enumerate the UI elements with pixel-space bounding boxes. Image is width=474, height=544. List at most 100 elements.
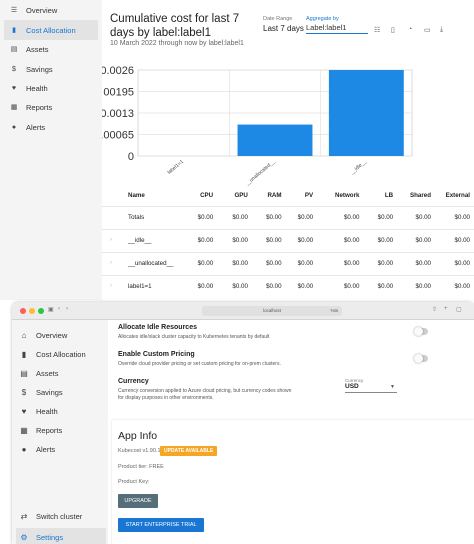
row-name: __unallocated__ <box>128 260 174 267</box>
cost-table: Name CPU GPU RAM PV Network LB Shared Ex… <box>102 186 474 298</box>
sidebar-toggle-icon[interactable]: ▣ <box>48 306 54 313</box>
sidebar-item-overview[interactable]: ⌂ Overview <box>16 326 106 344</box>
table-row[interactable]: › label1=1 $0.00 $0.00 $0.00 $0.00 $0.00 … <box>102 274 474 298</box>
cell: $0.00 <box>285 251 318 275</box>
minimize-window-button[interactable] <box>29 308 35 314</box>
address-text: localhost <box>263 308 281 313</box>
aggregate-select[interactable]: Label:label1 <box>306 22 368 34</box>
custom-pricing-desc: Override cloud provider pricing or set c… <box>118 361 281 367</box>
maximize-window-button[interactable] <box>38 308 44 314</box>
list-view-icon[interactable]: ☷ <box>374 26 380 34</box>
report-subtitle: 10 March 2022 through now by label:label… <box>110 40 244 47</box>
table-header-row: Name CPU GPU RAM PV Network LB Shared Ex… <box>102 186 474 206</box>
cell: $0.00 <box>181 228 218 252</box>
x-tick-label: __idle__ <box>349 159 368 177</box>
browser-titlebar: ▣ ‹ › localhost %ts ⇧ + ▢ <box>12 302 474 320</box>
tabs-overview-icon[interactable]: ▢ <box>456 306 462 313</box>
top-nav-health[interactable]: ♥ Health <box>4 78 98 98</box>
sidebar-item-health[interactable]: ♥ Health <box>16 402 106 420</box>
column-header[interactable]: Shared <box>397 186 435 206</box>
row-name: __idle__ <box>128 237 152 244</box>
app-info-title: App Info <box>118 430 158 442</box>
cell: $0.00 <box>181 251 218 275</box>
sidebar-item-settings[interactable]: ⚙ Settings <box>16 528 106 544</box>
screenshot-root: ☰ Overview ▮ Cost Allocation ▤ Assets $ … <box>0 0 474 544</box>
cell: $0.00 <box>435 251 474 275</box>
close-window-button[interactable] <box>20 308 26 314</box>
custom-pricing-toggle[interactable] <box>414 354 428 363</box>
sidebar-item-cost-allocation[interactable]: ▮ Cost Allocation <box>16 345 106 363</box>
cell: $0.00 <box>217 205 252 229</box>
top-nav-label: Alerts <box>26 122 46 132</box>
dollar-icon: $ <box>12 65 16 73</box>
top-nav-savings[interactable]: $ Savings <box>4 59 98 79</box>
column-header[interactable]: Name <box>102 186 181 206</box>
settings-card: Allocate Idle Resources Allocates idle/s… <box>112 320 474 415</box>
sidebar-item-reports[interactable]: ▦ Reports <box>16 421 106 439</box>
folder-icon[interactable]: ▭ <box>424 26 431 34</box>
share-icon[interactable]: ⇧ <box>432 306 437 313</box>
column-header[interactable]: RAM <box>252 186 286 206</box>
start-enterprise-trial-button[interactable]: START ENTERPRISE TRIAL <box>118 518 204 532</box>
date-range-label: Date Range <box>263 16 293 22</box>
sidebar-item-label: Switch cluster <box>36 511 83 521</box>
column-header[interactable]: Network <box>317 186 363 206</box>
cell: $0.00 <box>317 205 364 229</box>
bell-icon[interactable]: ◔ <box>408 26 412 33</box>
custom-pricing-title: Enable Custom Pricing <box>118 351 195 358</box>
forward-icon[interactable]: › <box>66 306 68 312</box>
table-row[interactable]: › __idle__ $0.00 $0.00 $0.00 $0.00 $0.00 … <box>102 228 474 252</box>
sidebar-item-assets[interactable]: ▤ Assets <box>16 364 106 382</box>
top-nav-overview[interactable]: ☰ Overview <box>4 0 98 20</box>
switch-icon: ⇄ <box>20 511 28 521</box>
settings-sidebar: ⌂ Overview ▮ Cost Allocation ▤ Assets $ … <box>12 320 108 544</box>
top-nav-label: Reports <box>26 102 53 112</box>
row-name-cell: › __idle__ <box>102 228 182 252</box>
top-nav-label: Assets <box>26 44 49 54</box>
update-available-badge[interactable]: UPDATE AVAILABLE <box>160 446 218 456</box>
sidebar-item-savings[interactable]: $ Savings <box>16 383 106 401</box>
toggle-knob <box>414 354 423 363</box>
sidebar-item-label: Alerts <box>36 444 56 454</box>
bar <box>328 70 404 156</box>
back-icon[interactable]: ‹ <box>58 306 60 312</box>
currency-select[interactable]: USD ▼ <box>345 383 397 393</box>
column-header[interactable]: CPU <box>181 186 217 206</box>
menu-icon: ☰ <box>10 7 18 14</box>
column-header[interactable]: PV <box>286 186 318 206</box>
cell: $0.00 <box>317 274 364 298</box>
chevron-right-icon: › <box>110 283 112 290</box>
column-header[interactable]: External <box>435 186 474 206</box>
column-header[interactable]: GPU <box>217 186 252 206</box>
currency-desc: Currency conversion applied to Azure clo… <box>118 388 292 401</box>
cost-allocation-app: ☰ Overview ▮ Cost Allocation ▤ Assets $ … <box>0 0 474 300</box>
y-tick-label: 0.0013 <box>102 108 134 120</box>
sidebar-item-switch-cluster[interactable]: ⇄ Switch cluster <box>16 507 106 525</box>
idle-resources-toggle[interactable] <box>414 327 428 336</box>
toggle-knob <box>414 327 423 336</box>
top-sidebar: ☰ Overview ▮ Cost Allocation ▤ Assets $ … <box>0 0 100 300</box>
cell: $0.00 <box>435 228 474 252</box>
top-nav-alerts[interactable]: ● Alerts <box>4 117 98 137</box>
top-nav-reports[interactable]: ▦ Reports <box>4 97 98 117</box>
cell: $0.00 <box>181 205 218 229</box>
address-bar[interactable]: localhost %ts <box>202 306 342 316</box>
cell: $0.00 <box>217 228 252 252</box>
sidebar-item-label: Savings <box>36 387 63 397</box>
top-nav-cost-allocation[interactable]: ▮ Cost Allocation <box>4 20 98 40</box>
sidebar-item-alerts[interactable]: ● Alerts <box>16 440 106 458</box>
table-row[interactable]: › __unallocated__ $0.00 $0.00 $0.00 $0.00… <box>102 251 474 275</box>
top-nav-assets[interactable]: ▤ Assets <box>4 39 98 59</box>
download-icon[interactable]: ⤓ <box>440 26 443 34</box>
table-row-totals: Totals $0.00 $0.00 $0.00 $0.00 $0.00 $0.… <box>102 205 474 229</box>
bookmark-icon[interactable]: ▯ <box>391 26 395 34</box>
chevron-right-icon: › <box>110 237 112 243</box>
upgrade-button[interactable]: UPGRADE <box>118 494 158 508</box>
date-range-select[interactable]: Last 7 days <box>263 24 304 33</box>
column-header[interactable]: LB <box>363 186 397 206</box>
cell: $0.00 <box>217 251 252 275</box>
heart-icon: ♥ <box>21 406 27 416</box>
top-nav-label: Health <box>26 83 48 93</box>
cell: $0.00 <box>251 228 286 252</box>
new-tab-icon[interactable]: + <box>444 306 448 312</box>
